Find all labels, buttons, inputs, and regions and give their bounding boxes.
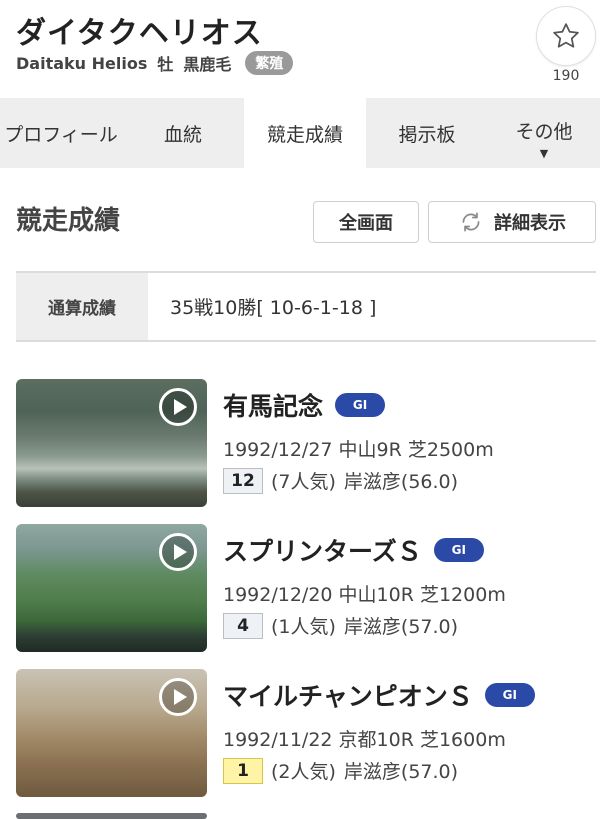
popularity: (1人気) bbox=[271, 616, 336, 638]
race-list-item[interactable]: スプリンターズＳ GI 1992/12/20 中山10R 芝1200m 4 (1… bbox=[16, 524, 596, 654]
play-icon[interactable] bbox=[159, 678, 197, 716]
section-title: 競走成績 bbox=[16, 206, 121, 236]
tab-label: 競走成績 bbox=[266, 123, 343, 146]
race-video-thumbnail[interactable] bbox=[16, 524, 207, 652]
favorite-count: 190 bbox=[552, 68, 580, 84]
tab-race-results[interactable]: 競走成績 bbox=[244, 98, 366, 168]
tab-bar: プロフィール 血統 競走成績 掲示板 その他 ▼ bbox=[0, 98, 600, 168]
tab-profile[interactable]: プロフィール bbox=[0, 98, 122, 168]
horse-name: ダイタクヘリオス bbox=[16, 16, 263, 51]
play-icon[interactable] bbox=[159, 388, 197, 426]
tab-pedigree[interactable]: 血統 bbox=[122, 98, 244, 168]
chevron-down-icon: ▼ bbox=[539, 147, 549, 160]
tab-board[interactable]: 掲示板 bbox=[366, 98, 488, 168]
jockey: 岸滋彦(56.0) bbox=[343, 471, 459, 493]
finish-position: 4 bbox=[223, 612, 263, 639]
horse-subinfo: Daitaku Helios 牡 黒鹿毛 繁殖 bbox=[16, 51, 294, 75]
grade-badge: GI bbox=[484, 683, 535, 707]
refresh-icon bbox=[462, 212, 480, 232]
finish-position: 1 bbox=[223, 757, 263, 784]
status-badge: 繁殖 bbox=[245, 51, 294, 75]
play-icon[interactable] bbox=[159, 533, 197, 571]
grade-badge: GI bbox=[433, 538, 484, 562]
race-video-thumbnail[interactable] bbox=[16, 669, 207, 797]
finish-position: 12 bbox=[223, 467, 263, 494]
fullscreen-button[interactable]: 全画面 bbox=[313, 201, 419, 243]
jockey: 岸滋彦(57.0) bbox=[343, 761, 459, 783]
tab-label: 掲示板 bbox=[398, 123, 456, 146]
tab-other[interactable]: その他 ▼ bbox=[488, 98, 600, 168]
race-info: 1992/12/20 中山10R 芝1200m bbox=[223, 584, 506, 606]
grade-badge: GI bbox=[335, 393, 386, 417]
popularity: (2人気) bbox=[271, 761, 336, 783]
race-result: 1 (2人気) 岸滋彦(57.0) bbox=[223, 757, 458, 784]
summary-label: 通算成績 bbox=[16, 273, 148, 340]
race-name: スプリンターズＳ bbox=[223, 537, 422, 566]
race-video-thumbnail[interactable] bbox=[16, 813, 207, 819]
star-outline-icon bbox=[553, 23, 579, 48]
summary-value: 35戦10勝[ 10-6-1-18 ] bbox=[170, 297, 377, 319]
detail-view-label: 詳細表示 bbox=[494, 213, 566, 234]
career-summary: 通算成績 35戦10勝[ 10-6-1-18 ] bbox=[16, 271, 596, 342]
tab-label: その他 bbox=[515, 120, 573, 143]
horse-header: ダイタクヘリオス Daitaku Helios 牡 黒鹿毛 繁殖 190 bbox=[0, 0, 600, 98]
race-list-item[interactable] bbox=[16, 813, 596, 819]
race-video-thumbnail[interactable] bbox=[16, 379, 207, 507]
race-result: 4 (1人気) 岸滋彦(57.0) bbox=[223, 612, 458, 639]
race-result: 12 (7人気) 岸滋彦(56.0) bbox=[223, 467, 458, 494]
detail-view-button[interactable]: 詳細表示 bbox=[428, 201, 596, 243]
race-list-item[interactable]: 有馬記念 GI 1992/12/27 中山9R 芝2500m 12 (7人気) … bbox=[16, 379, 596, 509]
fullscreen-label: 全画面 bbox=[339, 213, 393, 234]
race-name: 有馬記念 bbox=[223, 392, 324, 421]
race-name: マイルチャンピオンＳ bbox=[223, 682, 473, 711]
popularity: (7人気) bbox=[271, 471, 336, 493]
horse-color: 黒鹿毛 bbox=[183, 55, 232, 74]
tab-label: 血統 bbox=[163, 123, 202, 146]
horse-sex: 牡 bbox=[157, 55, 174, 74]
favorite-button[interactable] bbox=[536, 6, 596, 66]
race-info: 1992/12/27 中山9R 芝2500m bbox=[223, 439, 494, 461]
race-info: 1992/11/22 京都10R 芝1600m bbox=[223, 729, 506, 751]
jockey: 岸滋彦(57.0) bbox=[343, 616, 459, 638]
race-list-item[interactable]: マイルチャンピオンＳ GI 1992/11/22 京都10R 芝1600m 1 … bbox=[16, 669, 596, 799]
horse-name-en: Daitaku Helios bbox=[16, 53, 148, 73]
tab-label: プロフィール bbox=[4, 123, 118, 146]
